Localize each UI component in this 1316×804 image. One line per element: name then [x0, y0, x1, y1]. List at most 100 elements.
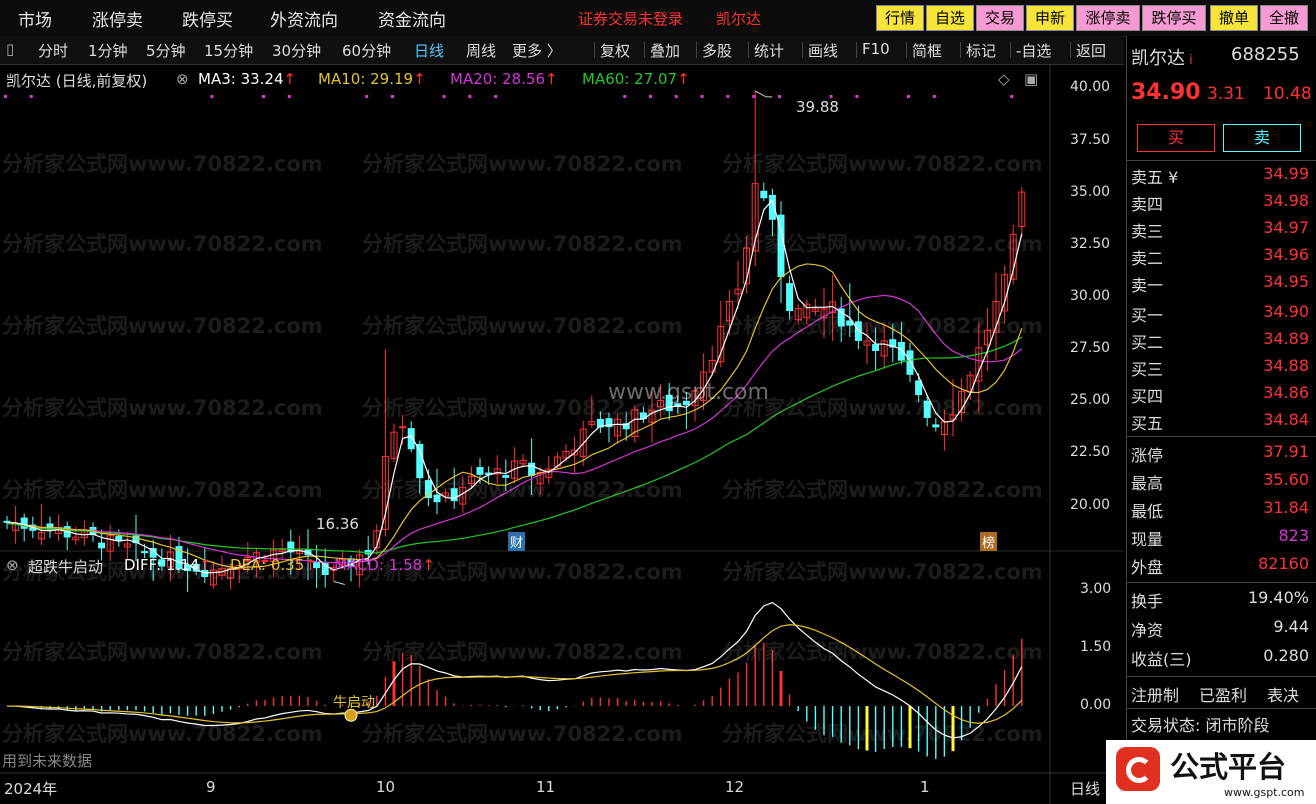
tool-button-6[interactable]: 简框 [912, 40, 942, 61]
bid-0-value[interactable]: 34.90 [1263, 302, 1309, 321]
tool-button-8[interactable]: -自选 [1016, 40, 1051, 61]
period-tab-8[interactable]: 更多 〉 [512, 40, 562, 61]
ask-4-value[interactable]: 34.95 [1263, 272, 1309, 291]
signal-dot [29, 95, 33, 98]
diamond-icon[interactable]: ◇ [998, 70, 1010, 88]
low-price-label: 16.36 [316, 515, 359, 533]
chart-toolbar: ▯ 分时 1分钟 5分钟 15分钟 30分钟 60分钟 日线 周线 更多 〉 复权 叠加 多股 统计 画线… [0, 36, 1124, 65]
bid-3-value[interactable]: 34.86 [1263, 383, 1309, 402]
stat2-2-value[interactable]: 0.280 [1263, 646, 1309, 665]
menu-limit-up-sell[interactable]: 涨停卖 [92, 6, 143, 31]
bid-3-label: 买四 [1131, 387, 1164, 406]
period-indicator[interactable]: 日线 [1070, 778, 1100, 799]
sell-button[interactable]: 卖 [1223, 124, 1301, 152]
panel-toggle-icon[interactable]: ▯ [6, 40, 14, 58]
tool-button-1[interactable]: 叠加 [650, 40, 680, 61]
buy-button[interactable]: 买 [1137, 124, 1215, 152]
tool-button-7[interactable]: 标记 [966, 40, 996, 61]
watermark-text: 分析家公式网www.70822.com [362, 232, 683, 256]
stat2-1-value[interactable]: 9.44 [1273, 617, 1309, 636]
stat-0-label: 涨停 [1131, 446, 1164, 465]
watermark-text: 分析家公式网www.70822.com [2, 722, 323, 746]
watermark-text: 分析家公式网www.70822.com [722, 396, 1043, 420]
bid-2-value[interactable]: 34.88 [1263, 356, 1309, 375]
tool-button-9[interactable]: 返回 [1076, 40, 1106, 61]
bull-start-signal: 牛启动 [333, 695, 375, 711]
candle-body [399, 426, 407, 429]
tool-button-3[interactable]: 统计 [754, 40, 784, 61]
indicator-settings-icon[interactable]: ⊗ [6, 556, 19, 574]
chart-title: 凯尔达 (日线,前复权) [6, 72, 148, 90]
signal-dot [778, 95, 781, 98]
settings-icon[interactable]: ⊗ [176, 70, 189, 88]
rank-marker[interactable]: 榜 [980, 532, 998, 551]
finance-marker[interactable]: 财 [508, 532, 526, 551]
quote-price: 34.90 [1131, 80, 1201, 105]
period-tab-5[interactable]: 60分钟 [342, 40, 391, 61]
menu-foreign-flow[interactable]: 外资流向 [270, 6, 338, 31]
macd-tick: 3.00 [1080, 581, 1112, 598]
dea-legend: DEA: 0.35↑ [230, 556, 317, 574]
quote-change: 3.31 [1207, 84, 1245, 104]
signal-dot [1010, 95, 1014, 98]
stat2-2-label: 收益(三) [1131, 650, 1192, 669]
top-button-4[interactable]: 涨停卖 [1076, 5, 1140, 31]
top-button-1[interactable]: 自选 [926, 5, 974, 31]
future-data-note: 用到未来数据 [2, 752, 93, 770]
signal-dot [649, 95, 652, 98]
watermark-text: 分析家公式网www.70822.com [722, 314, 1043, 338]
ask-3-value[interactable]: 34.96 [1263, 245, 1309, 264]
top-button-0[interactable]: 行情 [876, 5, 924, 31]
top-button-7[interactable]: 全撤 [1260, 5, 1308, 31]
ask-0-value[interactable]: 34.99 [1263, 164, 1309, 183]
price-tick: 30.00 [1070, 288, 1111, 304]
watermark-text: 分析家公式网www.70822.com [2, 640, 323, 664]
time-label-nov: 11 [536, 778, 556, 796]
high-pointer [754, 90, 773, 98]
price-tick: 32.50 [1070, 235, 1111, 252]
top-button-5[interactable]: 跌停买 [1142, 5, 1206, 31]
stat-1-value[interactable]: 35.60 [1263, 470, 1309, 489]
top-button-6[interactable]: 撤单 [1210, 5, 1258, 31]
stat-3-value[interactable]: 823 [1278, 526, 1309, 545]
top-button-3[interactable]: 申新 [1026, 5, 1074, 31]
candle-body [115, 536, 123, 541]
period-tab-0[interactable]: 分时 [38, 40, 68, 61]
tool-button-0[interactable]: 复权 [600, 40, 630, 61]
watermark-text: 分析家公式网www.70822.com [722, 722, 1043, 746]
tool-button-2[interactable]: 多股 [702, 40, 732, 61]
time-label-jan: 1 [920, 778, 930, 796]
watermark-text: 分析家公式网www.70822.com [722, 478, 1043, 502]
period-tab-2[interactable]: 5分钟 [146, 40, 186, 61]
menu-market[interactable]: 市场 [18, 6, 52, 31]
signal-dot [262, 95, 265, 98]
ask-2-value[interactable]: 34.97 [1263, 218, 1309, 237]
menu-limit-down-buy[interactable]: 跌停买 [182, 6, 233, 31]
bid-1-value[interactable]: 34.89 [1263, 329, 1309, 348]
stat-0-value[interactable]: 37.91 [1263, 442, 1309, 461]
ask-1-value[interactable]: 34.98 [1263, 191, 1309, 210]
stat-4-value[interactable]: 82160 [1258, 554, 1309, 573]
period-tab-6[interactable]: 日线 [414, 40, 444, 61]
tool-button-5[interactable]: F10 [862, 40, 890, 58]
candle-body [906, 350, 914, 375]
ask-2-label: 卖三 [1131, 222, 1164, 241]
watermark-text: 分析家公式网www.70822.com [2, 314, 323, 338]
tool-button-4[interactable]: 画线 [808, 40, 838, 61]
stat2-0-value[interactable]: 19.40% [1248, 588, 1309, 607]
period-tab-7[interactable]: 周线 [466, 40, 496, 61]
period-tab-4[interactable]: 30分钟 [272, 40, 321, 61]
quote-stock-code: 688255 [1231, 44, 1300, 65]
watermark-text: 分析家公式网www.70822.com [362, 314, 683, 338]
time-label-oct: 10 [376, 778, 396, 796]
period-tab-1[interactable]: 1分钟 [88, 40, 128, 61]
menu-fund-flow[interactable]: 资金流向 [378, 6, 446, 31]
candle-body [98, 542, 106, 549]
window-toggle-icon[interactable]: ▣ [1024, 70, 1038, 88]
bid-4-value[interactable]: 34.84 [1263, 410, 1309, 429]
period-tab-3[interactable]: 15分钟 [204, 40, 253, 61]
top-button-2[interactable]: 交易 [976, 5, 1024, 31]
bid-4-label: 买五 [1131, 414, 1164, 433]
candle-body [932, 424, 940, 428]
stat-2-value[interactable]: 31.84 [1263, 498, 1309, 517]
